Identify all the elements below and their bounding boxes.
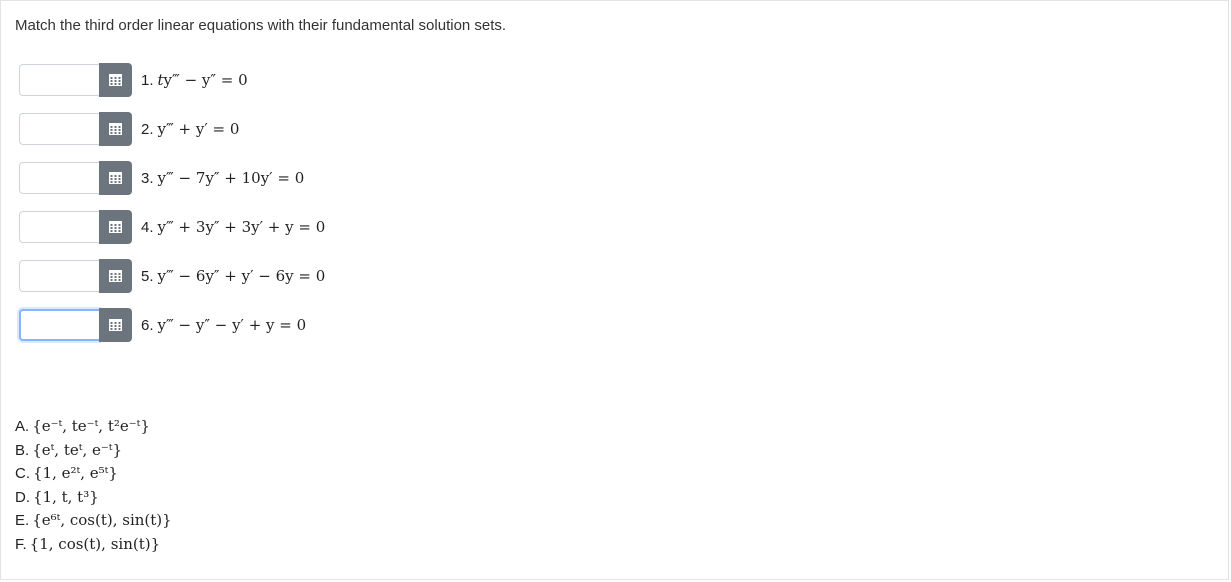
choice-e: E. {e⁶ᵗ, cos(t), sin(t)} (15, 509, 172, 533)
picker-button-2[interactable] (99, 112, 132, 146)
match-row-1: 1. ty‴ − y″ = 0 (19, 63, 248, 97)
grid-picker-icon (109, 172, 122, 184)
choice-text: {1, cos(t), sin(t)} (29, 534, 161, 553)
equation-5: 5. y‴ − 6y″ + y′ − 6y = 0 (141, 267, 325, 285)
equation-text: y‴ − y″ − y′ + y = 0 (157, 316, 307, 334)
choice-text: {e⁻ᵗ, te⁻ᵗ, t²e⁻ᵗ} (32, 417, 150, 435)
equation-number: 2. (141, 121, 154, 138)
equation-text: y‴ − 6y″ + y′ − 6y = 0 (157, 267, 326, 285)
choice-text: {1, e²ᵗ, e⁵ᵗ} (33, 464, 118, 482)
choice-b: B. {eᵗ, teᵗ, e⁻ᵗ} (15, 439, 172, 463)
grid-picker-icon (109, 319, 122, 331)
equation-number: 5. (141, 268, 154, 285)
solution-set-list: A. {e⁻ᵗ, te⁻ᵗ, t²e⁻ᵗ} B. {eᵗ, teᵗ, e⁻ᵗ} C.… (15, 415, 172, 556)
equation-3: 3. y‴ − 7y″ + 10y′ = 0 (141, 169, 304, 187)
choice-label: B. (15, 441, 30, 459)
match-row-5: 5. y‴ − 6y″ + y′ − 6y = 0 (19, 259, 325, 293)
choice-c: C. {1, e²ᵗ, e⁵ᵗ} (15, 462, 172, 486)
equation-text: y‴ − y″ = 0 (163, 71, 248, 89)
picker-button-3[interactable] (99, 161, 132, 195)
choice-label: E. (15, 512, 30, 529)
equation-text: y‴ − 7y″ + 10y′ = 0 (157, 169, 305, 187)
choice-f: F. {1, cos(t), sin(t)} (15, 533, 172, 557)
choice-a: A. {e⁻ᵗ, te⁻ᵗ, t²e⁻ᵗ} (15, 415, 172, 439)
equation-number: 3. (141, 170, 154, 187)
match-row-3: 3. y‴ − 7y″ + 10y′ = 0 (19, 161, 304, 195)
answer-input-6[interactable] (19, 309, 99, 341)
question-prompt: Match the third order linear equations w… (15, 17, 507, 34)
picker-button-5[interactable] (99, 259, 132, 293)
equation-1: 1. ty‴ − y″ = 0 (141, 71, 248, 89)
choice-label: C. (15, 465, 30, 482)
equation-2: 2. y‴ + y′ = 0 (141, 120, 239, 138)
grid-picker-icon (109, 74, 122, 86)
match-row-2: 2. y‴ + y′ = 0 (19, 112, 239, 146)
grid-picker-icon (109, 123, 122, 135)
choice-d: D. {1, t, t³} (15, 486, 172, 510)
equation-number: 1. (141, 72, 154, 89)
answer-input-2[interactable] (19, 113, 99, 145)
equation-number: 6. (141, 317, 154, 334)
equation-6: 6. y‴ − y″ − y′ + y = 0 (141, 316, 306, 334)
match-row-6: 6. y‴ − y″ − y′ + y = 0 (19, 308, 306, 342)
choice-label: A. (15, 418, 30, 435)
choice-label: D. (15, 488, 30, 506)
choice-text: {eᵗ, teᵗ, e⁻ᵗ} (32, 440, 123, 459)
answer-input-4[interactable] (19, 211, 99, 243)
question-page: Match the third order linear equations w… (0, 0, 1229, 580)
grid-picker-icon (109, 221, 122, 233)
picker-button-6[interactable] (99, 308, 132, 342)
match-row-4: 4. y‴ + 3y″ + 3y′ + y = 0 (19, 210, 325, 244)
picker-button-4[interactable] (99, 210, 132, 244)
equation-text: y‴ + y′ = 0 (157, 120, 240, 138)
equation-text: y‴ + 3y″ + 3y′ + y = 0 (157, 218, 326, 236)
equation-number: 4. (141, 219, 154, 236)
answer-input-1[interactable] (19, 64, 99, 96)
picker-button-1[interactable] (99, 63, 132, 97)
answer-input-5[interactable] (19, 260, 99, 292)
answer-input-3[interactable] (19, 162, 99, 194)
grid-picker-icon (109, 270, 122, 282)
choice-text: {e⁶ᵗ, cos(t), sin(t)} (32, 511, 172, 529)
equation-4: 4. y‴ + 3y″ + 3y′ + y = 0 (141, 218, 325, 236)
choice-label: F. (15, 535, 27, 553)
choice-text: {1, t, t³} (33, 487, 99, 506)
